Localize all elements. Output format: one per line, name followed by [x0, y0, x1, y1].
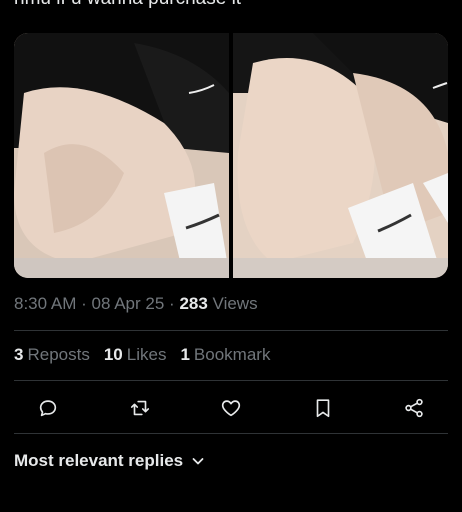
chevron-down-icon	[192, 458, 204, 465]
reply-button[interactable]	[36, 396, 60, 420]
reply-icon	[39, 400, 57, 417]
tweet-meta: 8:30 AM · 08 Apr 25 · 283 Views	[14, 294, 258, 314]
likes-stat[interactable]: 10 Likes	[104, 345, 167, 365]
bookmark-button[interactable]	[311, 396, 335, 420]
like-button[interactable]	[219, 396, 243, 420]
tweet-time[interactable]: 8:30 AM	[14, 294, 76, 313]
share-icon	[405, 398, 423, 418]
meta-separator: ·	[169, 294, 175, 313]
divider	[14, 330, 448, 331]
share-button[interactable]	[402, 396, 426, 420]
views-count[interactable]: 283	[179, 294, 207, 313]
likes-label: Likes	[126, 345, 167, 364]
photo-right-image	[233, 33, 448, 278]
reposts-count: 3	[14, 345, 24, 364]
replies-sort-dropdown[interactable]: Most relevant replies	[14, 451, 205, 471]
media-photo-left[interactable]	[14, 33, 229, 278]
repost-button[interactable]	[128, 396, 152, 420]
bookmark-icon	[316, 399, 329, 418]
replies-sort-label: Most relevant replies	[14, 451, 184, 470]
meta-separator: ·	[81, 294, 87, 313]
tweet-text: hmu if u wanna purchase it	[14, 0, 241, 10]
views-label[interactable]: Views	[213, 294, 258, 313]
divider	[14, 380, 448, 381]
action-bar	[14, 392, 448, 424]
heart-icon	[221, 400, 241, 417]
bookmarks-count: 1	[180, 345, 190, 364]
likes-count: 10	[103, 345, 123, 364]
bookmarks-stat[interactable]: 1 Bookmark	[180, 345, 270, 365]
engagement-stats: 3 Reposts 10 Likes 1 Bookmark	[14, 345, 270, 365]
bookmarks-label: Bookmark	[193, 345, 271, 364]
divider	[14, 433, 448, 434]
reposts-label: Reposts	[27, 345, 90, 364]
reposts-stat[interactable]: 3 Reposts	[14, 345, 90, 365]
tweet-media[interactable]	[14, 33, 448, 278]
repost-icon	[130, 400, 149, 416]
media-photo-right[interactable]	[233, 33, 448, 278]
photo-left-image	[14, 33, 229, 278]
tweet-date[interactable]: 08 Apr 25	[92, 294, 165, 313]
